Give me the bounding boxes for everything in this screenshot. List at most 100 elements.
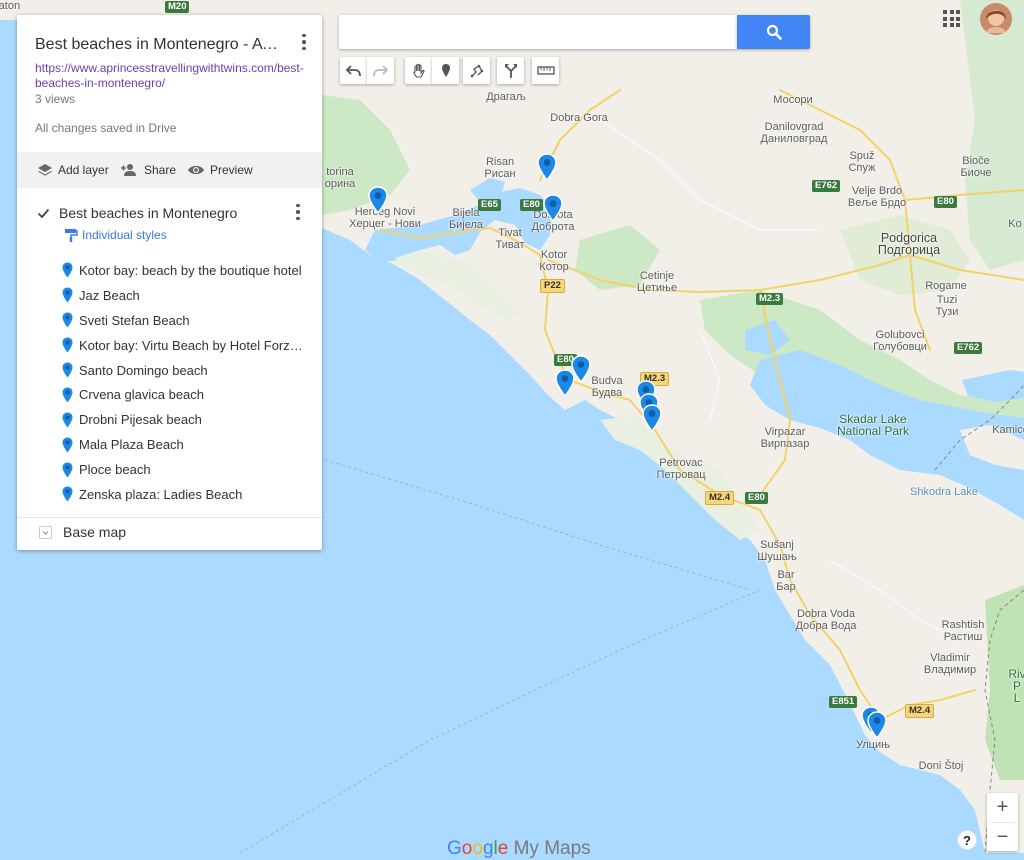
place-label: Mala Plaza Beach	[79, 437, 184, 453]
zoom-controls: + −	[987, 793, 1018, 851]
place-label: Crvena glavica beach	[79, 387, 205, 403]
map-place-label: Spuž Спуж	[848, 150, 876, 174]
place-label: Drobni Pijesak beach	[79, 412, 202, 428]
map-place-label: Riv P L	[1008, 667, 1024, 705]
list-item[interactable]: Kotor bay: beach by the boutique hotel	[62, 258, 312, 283]
place-label: Kotor bay: Virtu Beach by Hotel Forza Ma…	[79, 337, 304, 353]
list-item[interactable]: Sveti Stefan Beach	[62, 308, 312, 333]
map-place-label: Podgorica Подгорица	[877, 231, 941, 257]
layer-name[interactable]: Best beaches in Montenegro	[59, 205, 237, 221]
zoom-in-button[interactable]: +	[987, 793, 1018, 822]
map-place-label: Zaton	[0, 0, 21, 12]
list-item[interactable]: Zenska plaza: Ladies Beach	[62, 482, 312, 507]
layer-options-menu-icon[interactable]	[289, 201, 307, 223]
user-photo-icon	[980, 3, 1012, 35]
road-shield: M20	[165, 1, 190, 13]
share-button[interactable]: Share	[120, 161, 176, 179]
list-item[interactable]: Crvena glavica beach	[62, 382, 312, 407]
add-marker-button[interactable]	[432, 57, 459, 84]
map-marker-icon[interactable]	[537, 153, 557, 182]
zoom-out-button[interactable]: −	[987, 823, 1018, 852]
panel-actions: Add layer Share Preview	[17, 152, 322, 188]
map-marker-icon[interactable]	[543, 194, 563, 223]
map-place-label: Dobra Gora	[550, 112, 608, 124]
map-place-label: Kamicë-Fla	[992, 424, 1024, 436]
map-description-link[interactable]: https://www.aprincesstravellingwithtwins…	[35, 61, 305, 91]
preview-button[interactable]: Preview	[187, 161, 253, 179]
view-count: 3 views	[35, 92, 76, 106]
undo-button[interactable]	[340, 57, 367, 84]
map-place-label: Tuzi Тузи	[935, 294, 959, 318]
road-shield: E80	[520, 199, 543, 211]
marker-icon	[62, 387, 73, 403]
map-marker-icon[interactable]	[642, 404, 662, 433]
individual-styles-link[interactable]: Individual styles	[64, 228, 167, 242]
base-map-label: Base map	[63, 524, 127, 540]
map-place-label: Улцињ	[855, 739, 891, 751]
road-shield: E80	[745, 492, 768, 504]
map-place-label: Golubovci Голубовци	[873, 329, 927, 353]
list-item[interactable]: Jaz Beach	[62, 283, 312, 308]
directions-button[interactable]	[497, 57, 524, 84]
road-shield: M2.4	[905, 704, 935, 718]
share-label: Share	[144, 163, 177, 177]
place-label: Ploce beach	[79, 462, 151, 478]
map-marker-icon[interactable]	[368, 186, 388, 215]
map-place-label: Doni Štoj	[918, 760, 964, 772]
map-marker-icon[interactable]	[555, 369, 575, 398]
map-place-label: Dobra Voda Добра Вода	[795, 608, 857, 632]
add-person-icon	[121, 164, 136, 176]
layer-header: Best beaches in Montenegro	[37, 203, 237, 223]
base-map-toggle[interactable]: Base map	[39, 524, 126, 540]
marker-icon	[441, 64, 450, 77]
search-button[interactable]	[737, 15, 810, 49]
marker-icon	[62, 462, 73, 478]
marker-icon	[62, 486, 73, 502]
measure-button[interactable]	[532, 57, 559, 84]
road-shield: M2.3	[756, 293, 784, 305]
map-place-label: Budva Будва	[591, 375, 623, 399]
list-item[interactable]: Ploce beach	[62, 457, 312, 482]
apps-grid-icon[interactable]	[943, 10, 960, 27]
map-title[interactable]: Best beaches in Montenegro - A princess …	[35, 36, 280, 54]
search-input[interactable]	[339, 15, 737, 49]
checkmark-icon	[37, 208, 50, 218]
map-marker-icon[interactable]	[867, 711, 887, 740]
list-item[interactable]: Santo Domingo beach	[62, 358, 312, 383]
marker-icon	[62, 412, 73, 428]
road-shield: E762	[954, 342, 983, 354]
map-place-label: Bioče Биоче	[960, 155, 992, 179]
map-place-label: Bar Бар	[776, 569, 796, 593]
search-icon	[766, 24, 782, 40]
road-shield: P22	[540, 279, 565, 293]
avatar[interactable]	[980, 3, 1012, 35]
place-label: Sveti Stefan Beach	[79, 312, 190, 328]
map-info-panel: Best beaches in Montenegro - A princess …	[17, 15, 322, 550]
paint-roller-icon	[65, 229, 78, 242]
help-button[interactable]: ?	[958, 831, 976, 849]
map-place-label: torina орина	[324, 166, 356, 190]
undo-icon	[346, 64, 361, 76]
add-layer-button[interactable]: Add layer	[37, 161, 109, 179]
redo-button[interactable]	[367, 57, 394, 84]
map-place-label: Petrovac Петровац	[656, 457, 706, 481]
place-list: Kotor bay: beach by the boutique hotel Ja…	[62, 258, 312, 507]
list-item[interactable]: Drobni Pijesak beach	[62, 407, 312, 432]
road-shield: E762	[812, 180, 841, 192]
list-item[interactable]: Mala Plaza Beach	[62, 432, 312, 457]
map-place-label: Rogame	[925, 280, 967, 292]
list-item[interactable]: Kotor bay: Virtu Beach by Hotel Forza Ma…	[62, 333, 312, 358]
map-place-label: Virpazar Вирпазар	[760, 426, 810, 450]
map-place-label: Мосори	[773, 94, 813, 106]
marker-icon	[62, 312, 73, 328]
layer-visibility-checkbox[interactable]	[37, 207, 50, 220]
marker-icon	[62, 362, 73, 378]
map-place-label: Kotor Котор	[539, 249, 569, 273]
draw-line-button[interactable]	[463, 57, 490, 84]
map-options-menu-icon[interactable]	[295, 31, 313, 53]
draw-line-icon	[470, 64, 483, 77]
map-place-label: Cetinje Цетиње	[636, 270, 678, 294]
pan-tool-button[interactable]	[405, 57, 432, 84]
chevron-down-icon	[39, 525, 52, 539]
ruler-icon	[536, 66, 555, 75]
